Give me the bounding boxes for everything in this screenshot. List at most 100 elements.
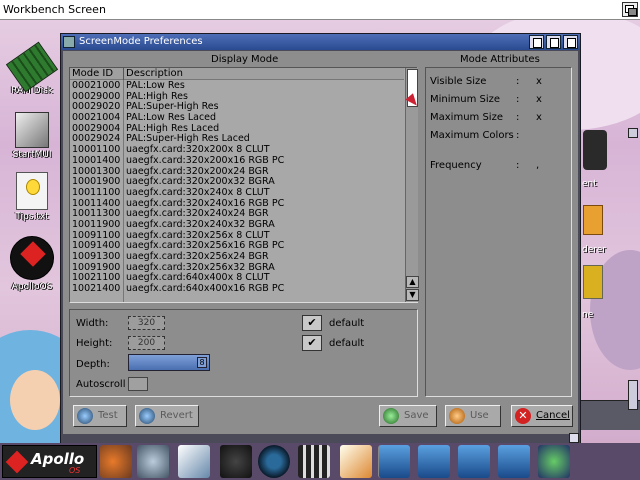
desktop-icon-label: Tips.txt xyxy=(15,212,49,222)
mode-settings-panel: Width: 320 ✔ default Height: 200 ✔ defau… xyxy=(69,309,418,397)
attr-visible-size: Visible Size: x xyxy=(430,76,542,87)
close-gadget[interactable] xyxy=(63,36,75,48)
height-label: Height: xyxy=(76,338,113,349)
scroll-down-arrow-icon[interactable]: ▼ xyxy=(406,289,419,301)
height-default-label: default xyxy=(329,338,365,349)
tools-icon[interactable] xyxy=(458,445,490,478)
partial-desktop-icon-1[interactable] xyxy=(583,130,607,170)
save-icon xyxy=(383,408,399,424)
taskbar: Apollo OS xyxy=(0,443,640,480)
list-item[interactable]: 10001400 uaegfx.card:320x200x16 RGB PC xyxy=(70,154,404,167)
height-default-checkbox[interactable]: ✔ xyxy=(302,335,322,351)
home-icon[interactable] xyxy=(100,445,132,478)
background-face xyxy=(10,370,60,430)
partial-desktop-icon-3[interactable] xyxy=(583,265,603,299)
screen-title-bar: Workbench Screen xyxy=(0,0,640,20)
window-title: ScreenMode Preferences xyxy=(79,36,203,47)
autoscroll-checkbox[interactable] xyxy=(128,377,148,391)
cancel-button[interactable]: ✕ Cancel xyxy=(511,405,573,427)
cancel-x-icon: ✕ xyxy=(515,408,531,424)
depth-slider-knob[interactable]: 8 xyxy=(197,357,207,368)
use-button[interactable]: Use xyxy=(445,405,501,427)
text-editor-icon[interactable] xyxy=(178,445,210,478)
drawer-icon[interactable] xyxy=(378,445,410,478)
mode-attributes-header: Mode Attributes xyxy=(460,54,540,65)
screen-title: Workbench Screen xyxy=(3,3,106,16)
window-body: Display Mode Mode Attributes Mode ID Des… xyxy=(63,51,578,434)
screenmode-preferences-window: ScreenMode Preferences Display Mode Mode… xyxy=(60,33,581,445)
partial-desktop-label-3: ne xyxy=(582,310,594,320)
use-icon xyxy=(449,408,465,424)
mode-id-cell: 10001400 xyxy=(72,154,121,166)
depth-slider[interactable]: 8 xyxy=(128,354,210,371)
width-label: Width: xyxy=(76,318,109,329)
globe-browser-icon[interactable] xyxy=(538,445,570,478)
revert-icon xyxy=(139,408,155,424)
mode-attributes-panel: Visible Size: x Minimum Size: x Maximum Si… xyxy=(425,67,572,397)
autoscroll-label: Autoscroll xyxy=(76,379,126,390)
test-button[interactable]: Test xyxy=(73,405,127,427)
list-item[interactable]: 10011100 uaegfx.card:320x240x 8 CLUT xyxy=(70,186,404,199)
desktop-icon-label: StartMUI xyxy=(12,150,52,160)
desktop-icon-apollo-os[interactable]: ApolloOS xyxy=(0,236,64,292)
revert-button[interactable]: Revert xyxy=(135,405,199,427)
partial-close-gadget[interactable] xyxy=(628,128,638,138)
video-clapper-icon[interactable] xyxy=(298,445,330,478)
depth-label: Depth: xyxy=(76,359,110,370)
partial-desktop-label-2: derer xyxy=(582,245,606,255)
partial-desktop-icon-2[interactable] xyxy=(583,205,603,235)
partial-desktop-label-1: ent xyxy=(582,179,597,189)
desktop-icon-tips[interactable]: Tips.txt xyxy=(0,172,64,222)
apollo-os-start-button[interactable]: Apollo OS xyxy=(2,445,97,478)
taskbar-logo-sub: OS xyxy=(69,466,81,475)
desktop-icon-label: ApolloOS xyxy=(11,282,53,292)
screen-depth-gadget[interactable] xyxy=(622,2,638,17)
mui-icon xyxy=(15,112,49,148)
attr-maximum-colors: Maximum Colors: xyxy=(430,130,520,141)
mode-id-cell: 10021400 xyxy=(72,283,121,295)
depth-gadget[interactable] xyxy=(563,35,578,49)
lightbulb-document-icon xyxy=(16,172,48,210)
desktop-icon-ram-disk[interactable]: RAM Disk xyxy=(0,41,64,96)
shell-icon[interactable] xyxy=(418,445,450,478)
width-field[interactable]: 320 xyxy=(128,316,165,330)
column-mode-id[interactable]: Mode ID xyxy=(72,68,113,79)
zoom-gadget[interactable] xyxy=(546,35,561,49)
height-field[interactable]: 200 xyxy=(128,336,165,350)
ram-chip-icon xyxy=(5,41,59,93)
desktop-icon-startmui[interactable]: StartMUI xyxy=(0,112,64,160)
list-item[interactable]: 10021400 uaegfx.card:640x400x16 RGB PC xyxy=(70,283,404,295)
save-button[interactable]: Save xyxy=(379,405,437,427)
iconify-gadget[interactable] xyxy=(529,35,544,49)
settings-gear-icon[interactable] xyxy=(137,445,169,478)
window-title-bar[interactable]: ScreenMode Preferences xyxy=(61,34,580,50)
display-mode-list[interactable]: Mode ID Description 00021000 PAL:Low Res 0… xyxy=(69,67,421,303)
width-default-checkbox[interactable]: ✔ xyxy=(302,315,322,331)
apollo-logo-icon xyxy=(10,236,54,280)
display-mode-header: Display Mode xyxy=(211,54,279,65)
attr-frequency: Frequency:, xyxy=(430,160,540,171)
mode-id-cell: 10011100 xyxy=(72,186,121,198)
globe-icon xyxy=(77,408,93,424)
scroll-up-arrow-icon[interactable]: ▲ xyxy=(406,276,419,288)
mode-rows: 00021000 PAL:Low Res 00029000 PAL:High Res 0… xyxy=(70,81,404,303)
network-icon[interactable] xyxy=(498,445,530,478)
partial-scroll-gadget[interactable] xyxy=(628,380,638,410)
apollo-logo-mark-icon xyxy=(5,450,29,474)
notepad-icon[interactable] xyxy=(340,445,372,478)
list-item[interactable]: 00029000 PAL:High Res xyxy=(70,91,404,103)
list-item[interactable]: 00021004 PAL:Low Res Laced xyxy=(70,112,404,124)
mode-description-cell: uaegfx.card:320x240x 8 CLUT xyxy=(126,186,270,198)
attr-maximum-size: Maximum Size: x xyxy=(430,112,542,123)
window-resize-gadget[interactable] xyxy=(569,433,579,443)
column-description[interactable]: Description xyxy=(126,68,183,79)
list-column-header: Mode ID Description xyxy=(70,68,404,80)
list-item[interactable]: 00029020 PAL:Super-High Res xyxy=(70,102,404,113)
width-default-label: default xyxy=(329,318,365,329)
attr-minimum-size: Minimum Size: x xyxy=(430,94,542,105)
headphones-icon[interactable] xyxy=(220,445,252,478)
mode-description-cell: uaegfx.card:640x400x16 RGB PC xyxy=(126,283,285,295)
mode-description-cell: uaegfx.card:320x200x16 RGB PC xyxy=(126,154,285,166)
speaker-icon[interactable] xyxy=(258,445,290,478)
list-item[interactable]: 00021000 PAL:Low Res xyxy=(70,81,404,92)
